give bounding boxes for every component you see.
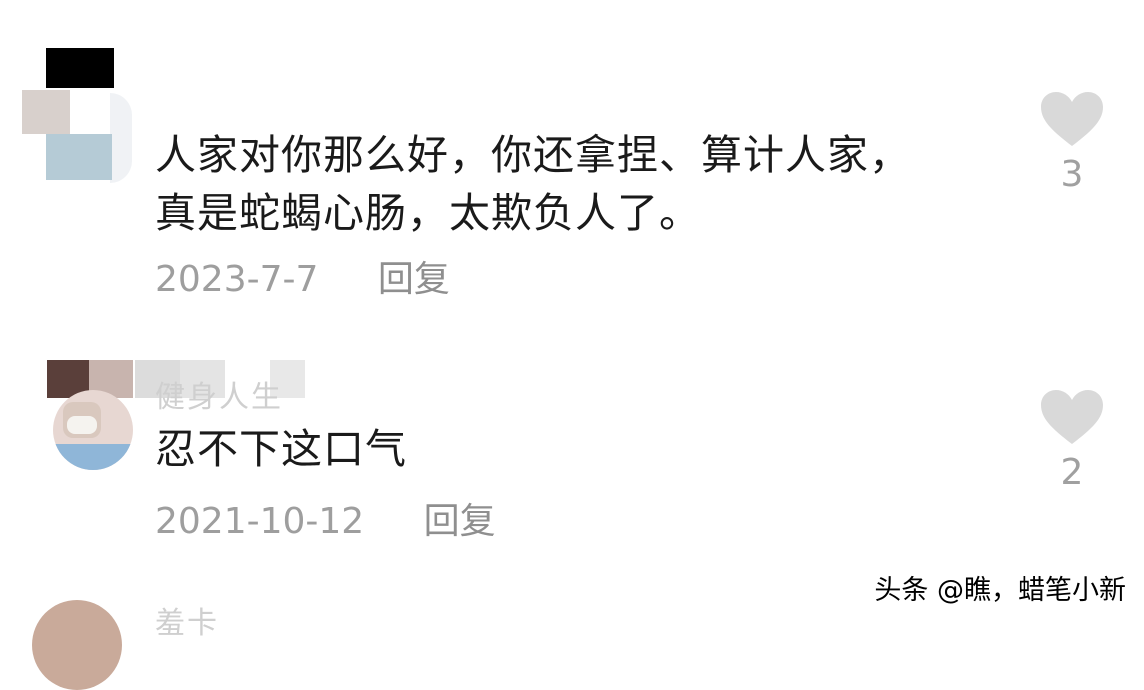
comment-2-username[interactable]: 健身人生 [155, 372, 283, 416]
heart-icon [1040, 92, 1104, 148]
comment-1-like-count: 3 [1060, 154, 1084, 195]
avatar-3[interactable] [32, 600, 122, 690]
comment-1-text-line-1: 人家对你那么好，你还拿捏、算计人家， [155, 131, 911, 179]
avatar-1[interactable] [22, 48, 132, 183]
heart-icon [1040, 390, 1104, 446]
comment-1-like-button[interactable]: 3 [1040, 92, 1104, 195]
comment-1-meta: 2023-7-7 回复 [155, 250, 450, 302]
comment-2-meta: 2021-10-12 回复 [155, 492, 496, 544]
comment-2-reply-button[interactable]: 回复 [424, 492, 496, 544]
watermark: 头条 @瞧，蜡笔小新 [874, 575, 1126, 606]
avatar-2[interactable] [47, 360, 147, 470]
comment-3-username[interactable]: 羞卡 [155, 598, 219, 642]
comment-2-date: 2021-10-12 [155, 501, 365, 542]
comment-1-text-line-2: 真是蛇蝎心肠，太欺负人了。 [155, 189, 701, 237]
comment-1-reply-button[interactable]: 回复 [378, 250, 450, 302]
comment-2-text: 忍不下这口气 [155, 425, 407, 473]
comment-2-like-button[interactable]: 2 [1040, 390, 1104, 493]
comment-2-like-count: 2 [1060, 452, 1084, 493]
comment-1-date: 2023-7-7 [155, 259, 319, 300]
